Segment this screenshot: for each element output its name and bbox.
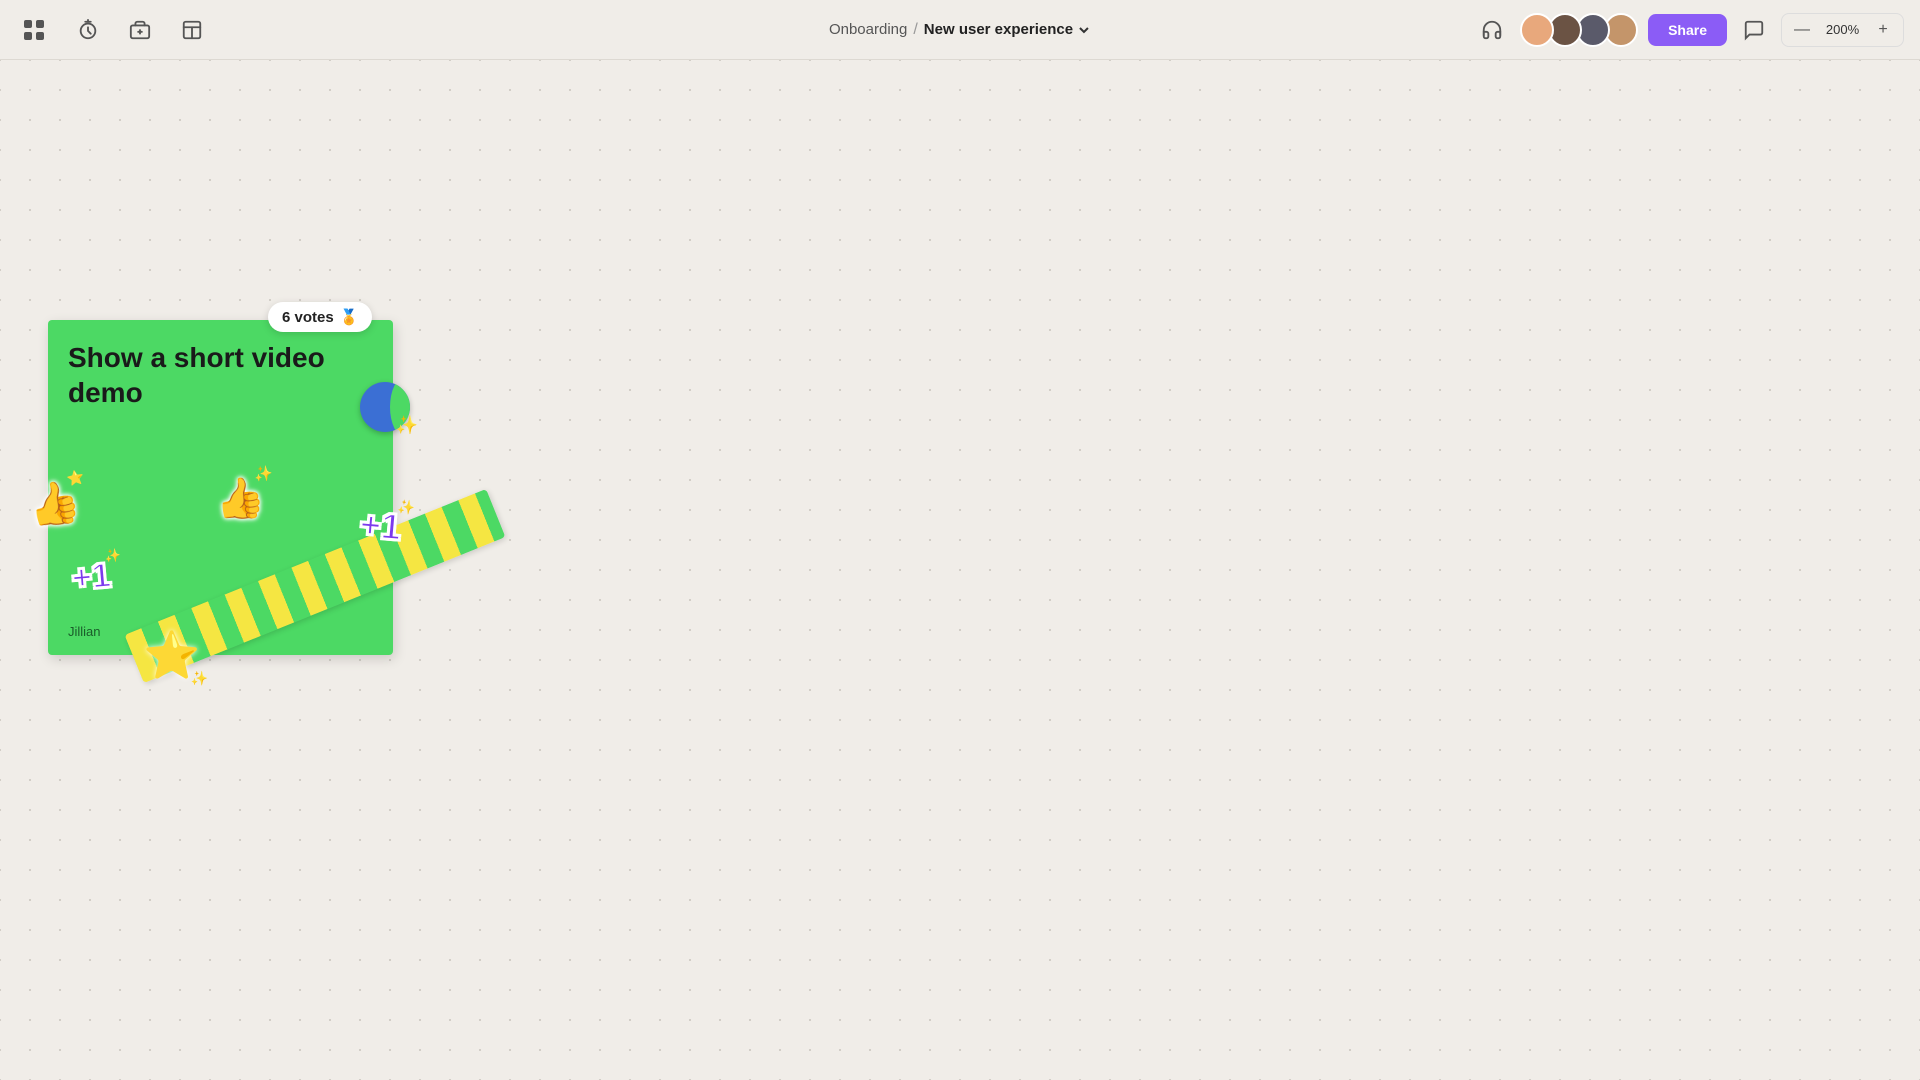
breadcrumb: Onboarding / New user experience <box>829 21 1091 39</box>
layout-icon[interactable] <box>176 14 208 46</box>
zoom-out-button[interactable]: — <box>1790 18 1814 42</box>
votes-text: 6 votes <box>282 309 334 326</box>
star-sparkle-3: ✨ <box>191 670 208 687</box>
headphone-icon[interactable] <box>1474 12 1510 48</box>
toolbar-right: Share — 200% + <box>1474 12 1904 48</box>
sparkle-small-1: ✨ <box>397 498 416 516</box>
sparkle-icon: ✨ <box>396 415 418 436</box>
share-button[interactable]: Share <box>1648 14 1727 46</box>
breadcrumb-separator: / <box>913 21 917 39</box>
sticky-note-author: Jillian <box>68 624 101 639</box>
medal-emoji: 🏅 <box>340 308 359 326</box>
star-sparkle-2: ✨ <box>253 464 273 484</box>
votes-badge: 6 votes 🏅 <box>268 302 372 332</box>
canvas[interactable]: 6 votes 🏅 Show a short video demo Jillia… <box>0 60 1920 1080</box>
toolbar-left <box>16 12 208 48</box>
avatar-group <box>1520 13 1638 47</box>
star-sparkle-1: ⭐ <box>65 469 85 489</box>
thumbs-up-sticker: 👍 ✨ <box>213 473 267 524</box>
blue-circle-sticker: ✨ <box>360 382 410 432</box>
thumbs-up-green-sticker: 👍 ⭐ <box>24 476 84 533</box>
timer-icon[interactable] <box>72 14 104 46</box>
toolbar: Onboarding / New user experience Shar <box>0 0 1920 60</box>
zoom-value[interactable]: 200% <box>1820 22 1865 37</box>
zoom-in-button[interactable]: + <box>1871 18 1895 42</box>
avatar-1[interactable] <box>1520 13 1554 47</box>
zoom-control: — 200% + <box>1781 13 1904 47</box>
plus-one-sticker-2: +1 ✨ <box>70 556 112 598</box>
logo-icon[interactable] <box>16 12 52 48</box>
sticky-note-text: Show a short video demo <box>68 340 373 410</box>
breadcrumb-parent[interactable]: Onboarding <box>829 21 907 38</box>
sparkle-small-2: ✨ <box>104 547 122 564</box>
tag-icon[interactable] <box>124 14 156 46</box>
star-sticker: ⭐ ✨ <box>143 628 200 683</box>
chat-icon[interactable] <box>1737 13 1771 47</box>
breadcrumb-current[interactable]: New user experience <box>924 21 1091 38</box>
plus-one-sticker-1: +1 ✨ <box>358 503 403 548</box>
